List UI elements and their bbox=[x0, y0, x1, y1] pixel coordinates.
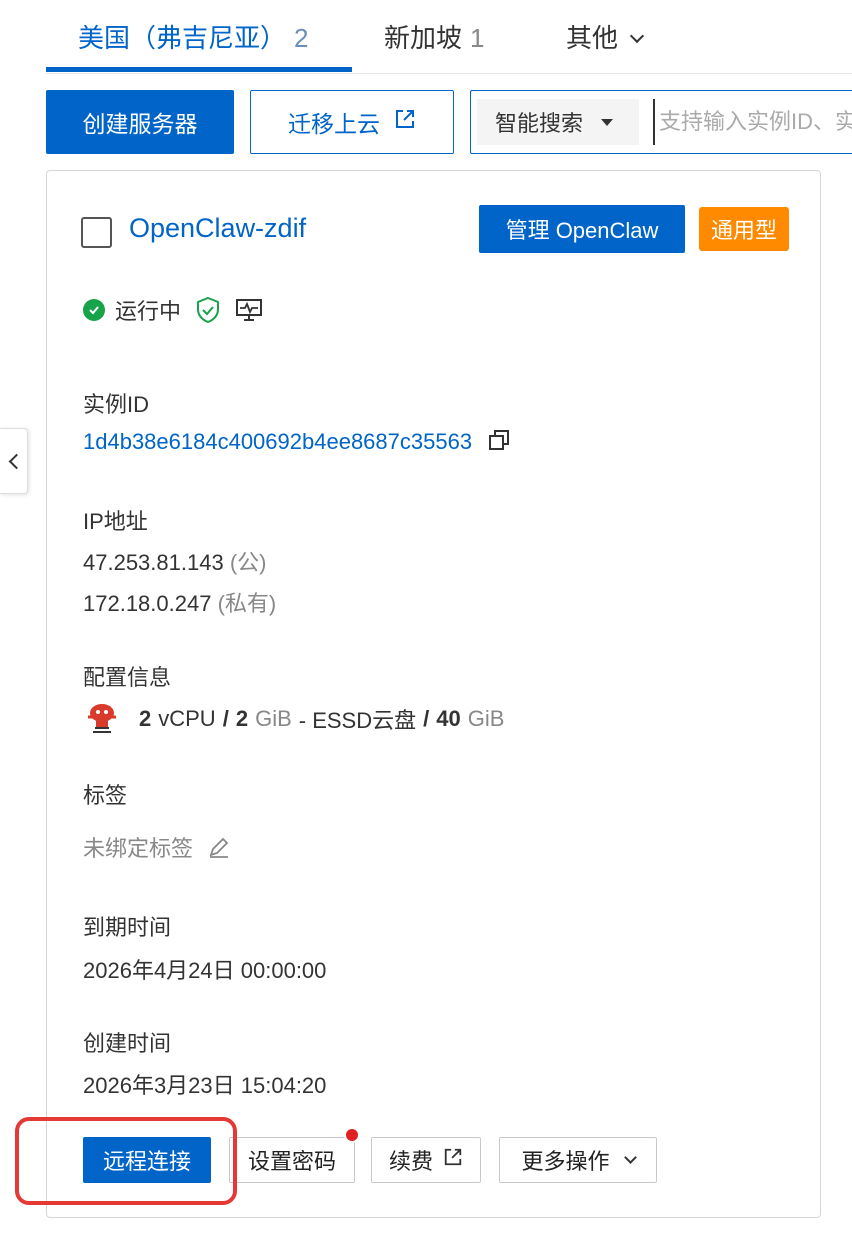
create-server-button[interactable]: 创建服务器 bbox=[46, 90, 234, 154]
set-password-button[interactable]: 设置密码 bbox=[229, 1137, 355, 1183]
expire-value: 2026年4月24日 00:00:00 bbox=[83, 958, 327, 983]
search-bar: 智能搜索 bbox=[470, 90, 852, 154]
copy-icon[interactable] bbox=[488, 429, 510, 457]
created-value: 2026年3月23日 15:04:20 bbox=[83, 1073, 327, 1098]
chevron-left-icon bbox=[8, 453, 24, 469]
migrate-label: 迁移上云 bbox=[288, 111, 380, 137]
instance-id-value[interactable]: 1d4b38e6184c400692b4ee8687c35563 bbox=[83, 429, 472, 454]
renew-label: 续费 bbox=[388, 1149, 433, 1174]
more-actions-label: 更多操作 bbox=[521, 1149, 610, 1174]
instance-type-badge: 通用型 bbox=[699, 207, 789, 251]
private-ip-tag: (私有) bbox=[217, 591, 277, 616]
tag-label: 标签 bbox=[83, 783, 128, 808]
search-input[interactable] bbox=[653, 99, 852, 145]
tab-count: 1 bbox=[470, 23, 485, 53]
tab-us-virginia[interactable]: 美国（弗吉尼亚） 2 bbox=[78, 18, 308, 74]
search-type-select[interactable]: 智能搜索 bbox=[477, 99, 639, 145]
cpu-unit: vCPU bbox=[158, 706, 216, 731]
cpu-count: 2 bbox=[139, 706, 152, 731]
tab-label: 美国（弗吉尼亚） bbox=[78, 23, 287, 53]
tab-label: 新加坡 bbox=[384, 23, 463, 53]
active-tab-indicator bbox=[46, 67, 352, 72]
external-link-icon bbox=[443, 1147, 463, 1173]
config-row: 2 vCPU / 2 GiB - ESSD云盘 / 40 GiB bbox=[83, 701, 504, 737]
manage-openclaw-button[interactable]: 管理 OpenClaw bbox=[479, 205, 685, 253]
instance-checkbox[interactable] bbox=[81, 217, 112, 248]
separator: / bbox=[423, 706, 430, 731]
public-ip-row: 47.253.81.143 (公) bbox=[83, 545, 266, 577]
chevron-down-icon bbox=[629, 28, 645, 44]
created-label: 创建时间 bbox=[83, 1031, 172, 1056]
shield-icon[interactable] bbox=[195, 296, 221, 324]
remote-connect-button[interactable]: 远程连接 bbox=[83, 1137, 211, 1183]
monitor-icon[interactable] bbox=[235, 297, 263, 323]
instance-name-link[interactable]: OpenClaw-zdif bbox=[129, 213, 306, 244]
disk-unit: GiB bbox=[467, 706, 505, 731]
expire-label: 到期时间 bbox=[83, 915, 172, 940]
memory-size: 2 bbox=[235, 706, 249, 731]
os-logo-icon bbox=[83, 702, 121, 736]
tab-label: 其他 bbox=[566, 23, 619, 53]
private-ip: 172.18.0.247 bbox=[83, 591, 212, 616]
tag-value: 未绑定标签 bbox=[83, 836, 194, 861]
collapse-sidebar-button[interactable] bbox=[0, 428, 28, 494]
renew-button[interactable]: 续费 bbox=[371, 1137, 481, 1183]
memory-unit: GiB bbox=[255, 706, 292, 731]
more-actions-button[interactable]: 更多操作 bbox=[499, 1137, 657, 1183]
region-tabs: 美国（弗吉尼亚） 2 新加坡 1 其他 bbox=[46, 0, 852, 74]
public-ip-tag: (公) bbox=[229, 550, 267, 575]
private-ip-row: 172.18.0.247 (私有) bbox=[83, 586, 276, 618]
search-type-label: 智能搜索 bbox=[495, 111, 584, 136]
tag-row: 未绑定标签 bbox=[83, 831, 231, 865]
external-link-icon bbox=[394, 108, 416, 136]
disk-size: 40 bbox=[436, 706, 461, 731]
instance-id-row: 1d4b38e6184c400692b4ee8687c35563 bbox=[83, 429, 510, 457]
instance-status: 运行中 bbox=[83, 293, 263, 327]
disk-type: - ESSD云盘 bbox=[298, 708, 417, 733]
notification-dot bbox=[344, 1127, 360, 1143]
tab-count: 2 bbox=[294, 23, 309, 53]
edit-icon[interactable] bbox=[207, 835, 231, 865]
instance-card: OpenClaw-zdif 管理 OpenClaw 通用型 运行中 实例ID 1… bbox=[15, 170, 821, 1218]
status-text: 运行中 bbox=[115, 299, 182, 324]
caret-down-icon bbox=[601, 118, 614, 126]
separator: / bbox=[222, 706, 229, 731]
public-ip: 47.253.81.143 bbox=[83, 550, 224, 575]
config-label: 配置信息 bbox=[83, 665, 172, 690]
migrate-button[interactable]: 迁移上云 bbox=[250, 90, 454, 154]
tab-other[interactable]: 其他 bbox=[566, 18, 645, 74]
instance-id-label: 实例ID bbox=[83, 392, 150, 417]
check-icon bbox=[83, 299, 105, 321]
ip-label: IP地址 bbox=[83, 509, 148, 534]
tab-singapore[interactable]: 新加坡 1 bbox=[384, 18, 484, 74]
chevron-down-icon bbox=[623, 1150, 637, 1164]
